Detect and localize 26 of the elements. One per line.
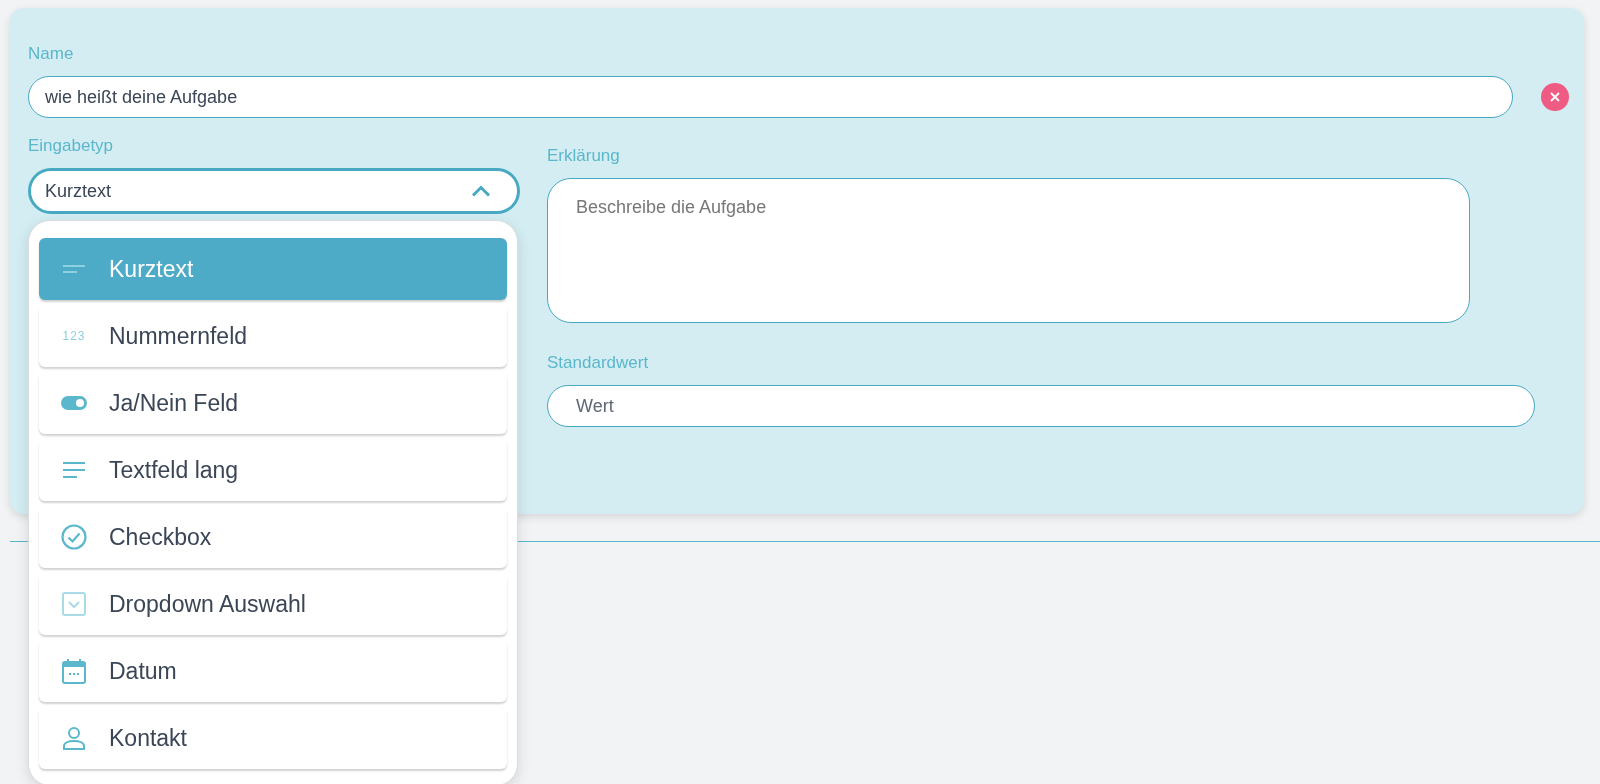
menu-option[interactable]: Ja/Nein Feld [39,372,507,434]
calendar-icon [62,658,86,684]
lines-icon [62,461,86,479]
check-circle-icon [61,524,87,550]
field-label: Standardwert [547,353,650,373]
field-label: Eingabetyp [28,136,115,156]
name-input[interactable]: wie heißt deine Aufgabe [28,76,1513,118]
field-label: Name [28,44,75,64]
menu-option[interactable]: Dropdown Auswahl [39,573,507,635]
description-textarea[interactable]: Beschreibe die Aufgabe [547,178,1470,323]
short-text-icon [62,264,86,274]
menu-option[interactable]: Textfeld lang [39,439,507,501]
person-icon [62,726,86,750]
field-label: Erklärung [547,146,621,166]
menu-option[interactable]: 123 Nummernfeld [39,305,507,367]
menu-option[interactable]: Checkbox [39,506,507,568]
type-select[interactable]: Kurztext [28,168,520,214]
chevron-icon [471,185,491,197]
remove-button[interactable] [1541,83,1569,111]
menu-option[interactable]: Datum [39,640,507,702]
toggle-icon [61,396,87,410]
number-icon: 123 [62,329,86,343]
close-icon [1550,92,1560,102]
default-value-input[interactable]: Wert [547,385,1535,427]
chevron-square-icon [62,592,86,616]
menu-option[interactable]: Kontakt [39,707,507,769]
